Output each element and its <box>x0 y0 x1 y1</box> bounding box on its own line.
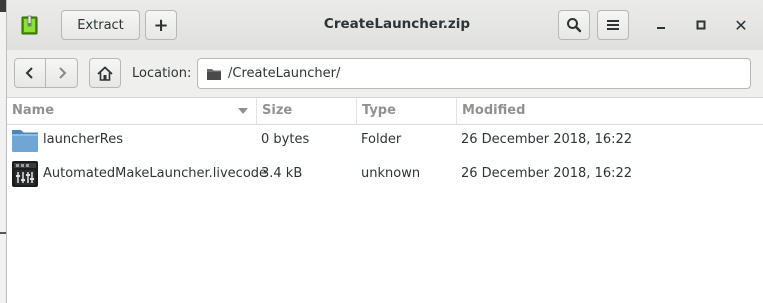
archive-manager-window: Extract + CreateLauncher.zip ✕ Location:… <box>6 0 763 303</box>
location-input[interactable] <box>228 66 728 81</box>
window-title: CreateLauncher.zip <box>323 16 471 32</box>
location-field[interactable] <box>197 58 751 89</box>
file-name: launcherRes <box>43 132 124 147</box>
file-type: unknown <box>361 166 421 181</box>
archive-manager-icon <box>21 15 38 35</box>
home-icon <box>97 65 113 81</box>
folder-icon <box>207 68 221 80</box>
file-type: Folder <box>361 132 402 147</box>
column-modified[interactable]: Modified <box>457 98 763 124</box>
maximize-icon <box>696 20 706 30</box>
list-item[interactable]: AutomatedMakeLauncher.livecode 3.4 kB un… <box>7 157 763 191</box>
file-name: AutomatedMakeLauncher.livecode <box>43 166 268 181</box>
list-item[interactable]: launcherRes 0 bytes Folder 26 December 2… <box>7 123 763 157</box>
close-icon: ✕ <box>734 15 748 35</box>
maximize-button[interactable] <box>691 15 711 35</box>
back-button[interactable] <box>14 58 46 88</box>
menu-button[interactable] <box>597 10 629 40</box>
extract-button[interactable]: Extract <box>61 10 140 40</box>
file-size: 3.4 kB <box>261 166 303 181</box>
hamburger-menu-icon <box>607 20 619 30</box>
add-files-button[interactable]: + <box>145 10 177 40</box>
folder-icon <box>12 130 38 152</box>
file-list: Name Size Type Modified launcherRes 0 by… <box>7 98 763 303</box>
close-button[interactable]: ✕ <box>731 15 751 35</box>
chevron-right-icon <box>58 67 66 79</box>
location-label: Location: <box>132 66 192 81</box>
sort-descending-icon <box>238 108 248 114</box>
plus-icon: + <box>153 14 169 36</box>
search-button[interactable] <box>558 10 590 40</box>
header-bar: Extract + CreateLauncher.zip ✕ <box>7 0 763 51</box>
column-header: Name Size Type Modified <box>7 98 763 125</box>
forward-button[interactable] <box>46 58 78 88</box>
location-bar: Location: <box>7 50 763 98</box>
column-type-label: Type <box>362 103 396 118</box>
column-type[interactable]: Type <box>357 98 457 124</box>
navigation-buttons <box>14 58 78 88</box>
minimize-icon <box>657 27 665 29</box>
minimize-button[interactable] <box>651 15 671 35</box>
column-name-label: Name <box>12 103 55 118</box>
chevron-left-icon <box>25 67 33 79</box>
file-modified: 26 December 2018, 16:22 <box>461 132 633 147</box>
livecode-file-icon <box>12 161 38 187</box>
search-icon <box>567 18 582 33</box>
column-size[interactable]: Size <box>257 98 357 124</box>
column-size-label: Size <box>262 103 293 118</box>
file-size: 0 bytes <box>261 132 310 147</box>
column-name[interactable]: Name <box>7 98 257 124</box>
column-modified-label: Modified <box>462 103 526 118</box>
home-button[interactable] <box>89 58 121 88</box>
file-modified: 26 December 2018, 16:22 <box>461 166 633 181</box>
